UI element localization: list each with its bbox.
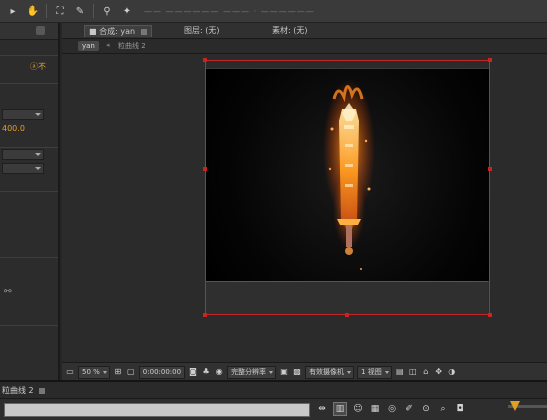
timeline-controls: ⇹ ▥ ☺ ▦ ◎ ✐ ⊙ ⌕ ◘	[0, 398, 547, 420]
tab-label: 粒曲线 2	[2, 386, 34, 395]
flowchart-icon[interactable]: ✥	[434, 367, 444, 377]
mask-icon[interactable]: ▢	[126, 367, 136, 377]
property-row	[0, 135, 58, 148]
property-row	[0, 43, 58, 56]
tab-label: ■ 合成: yan	[89, 27, 136, 36]
timeline-switches: ⇹ ▥ ☺ ▦ ◎ ✐ ⊙ ⌕ ◘	[316, 401, 471, 417]
playhead-icon[interactable]	[510, 401, 520, 411]
solo-icon[interactable]: ◘	[454, 403, 466, 415]
toolbar-divider	[46, 4, 47, 18]
transparency-grid-icon[interactable]: ▩	[292, 367, 302, 377]
resolution-dropdown[interactable]: 完整分辨率	[227, 365, 277, 379]
magnification-dropdown[interactable]: 50 %	[78, 365, 110, 379]
comp-panel-tabs: ■ 合成: yan 图层: (无) 素材: (无)	[62, 23, 547, 39]
fast-preview-icon[interactable]: ◫	[408, 367, 418, 377]
always-preview-icon[interactable]: ▭	[65, 367, 75, 377]
composition-panel: ■ 合成: yan 图层: (无) 素材: (无) yan ◂ 粒曲线 2 ▭ …	[62, 23, 547, 381]
property-row	[0, 313, 58, 326]
brush-icon[interactable]: ✦	[120, 4, 134, 18]
close-icon[interactable]	[36, 26, 45, 35]
views-dropdown[interactable]: 1 视图	[357, 365, 392, 379]
tab-composition[interactable]: ■ 合成: yan	[84, 25, 152, 37]
breadcrumb-current[interactable]: yan	[78, 41, 99, 51]
draft-3d-icon[interactable]: ▥	[333, 402, 347, 416]
layer-search-input[interactable]	[4, 403, 310, 417]
property-dropdown[interactable]	[2, 149, 44, 160]
link-icon[interactable]: ⚯	[4, 287, 12, 297]
transform-handle[interactable]	[488, 313, 492, 317]
close-icon[interactable]	[39, 387, 46, 394]
after-effects-window: ▸ ✋ ⛶ ✎ ⚲ ✦ —— —————— ——— · —————— ⓐ不 40…	[0, 0, 547, 420]
flaming-sword-image	[323, 79, 375, 270]
camera-icon[interactable]: ⛶	[53, 4, 67, 18]
tab-footage[interactable]: 素材: (无)	[268, 25, 311, 36]
breadcrumb: yan ◂ 粒曲线 2	[62, 39, 547, 54]
pasteboard-area	[206, 281, 488, 314]
property-row	[0, 245, 58, 258]
color-channel-icon[interactable]: ◉	[214, 367, 224, 377]
region-of-interest-icon[interactable]: ▣	[279, 367, 289, 377]
timeline-icon[interactable]: ⌂	[421, 367, 431, 377]
tab-timeline[interactable]: 粒曲线 2	[2, 385, 46, 396]
viewer-controls-bar: ▭ 50 % ⊞ ▢ 0:00:00:00 ◙ ♣ ◉ 完整分辨率 ▣ ▩ 有效…	[62, 362, 547, 381]
composition-viewer[interactable]	[62, 54, 547, 362]
shy-icon[interactable]: ☺	[352, 403, 364, 415]
auto-keyframe-icon[interactable]: ⌕	[437, 403, 449, 415]
tab-label: 图层: (无)	[184, 26, 220, 35]
hand-icon[interactable]: ✋	[26, 4, 40, 18]
property-dropdown[interactable]	[2, 163, 44, 174]
timeline-panel-header: 粒曲线 2	[0, 380, 547, 400]
toggle-pixel-aspect-icon[interactable]: ▤	[395, 367, 405, 377]
motion-blur-icon[interactable]: ◎	[386, 403, 398, 415]
effects-control-panel: ⓐ不 400.0 ⚯	[0, 23, 60, 380]
close-icon[interactable]	[140, 28, 147, 35]
toolbar-divider	[93, 4, 94, 18]
tab-layer[interactable]: 图层: (无)	[180, 25, 223, 36]
left-panel-tab-bar	[0, 23, 58, 40]
puppet-pin-icon[interactable]: ⚲	[100, 4, 114, 18]
camera-dropdown[interactable]: 有效摄像机	[305, 365, 355, 379]
breadcrumb-separator: ◂	[106, 41, 110, 49]
show-snapshot-icon[interactable]: ♣	[201, 367, 211, 377]
timecode-display[interactable]: 0:00:00:00	[138, 365, 186, 379]
pen-icon[interactable]: ✎	[73, 4, 87, 18]
brainstorm-icon[interactable]: ✐	[403, 403, 415, 415]
graph-editor-icon[interactable]: ⊙	[420, 403, 432, 415]
grid-icon[interactable]: ⊞	[113, 367, 123, 377]
property-row	[0, 179, 58, 192]
property-value[interactable]: 400.0	[2, 124, 25, 133]
composition-canvas[interactable]	[205, 68, 490, 282]
selection-tool-icon[interactable]: ▸	[6, 4, 20, 18]
tab-label: 素材: (无)	[272, 26, 308, 35]
property-row	[0, 71, 58, 84]
frame-blending-icon[interactable]: ▦	[369, 403, 381, 415]
exposure-icon[interactable]: ◑	[447, 367, 457, 377]
transform-handle[interactable]	[488, 58, 492, 62]
tools-toolbar: ▸ ✋ ⛶ ✎ ⚲ ✦ —— —————— ——— · ——————	[0, 0, 547, 23]
breadcrumb-item[interactable]: 粒曲线 2	[114, 41, 150, 51]
composition-mini-flowchart-icon[interactable]: ⇹	[316, 403, 328, 415]
transform-handle[interactable]	[203, 58, 207, 62]
current-time-indicator[interactable]	[508, 401, 547, 415]
property-dropdown[interactable]	[2, 109, 44, 120]
toolbar-options: —— —————— ——— · ——————	[144, 6, 315, 16]
snapshot-icon[interactable]: ◙	[188, 367, 198, 377]
